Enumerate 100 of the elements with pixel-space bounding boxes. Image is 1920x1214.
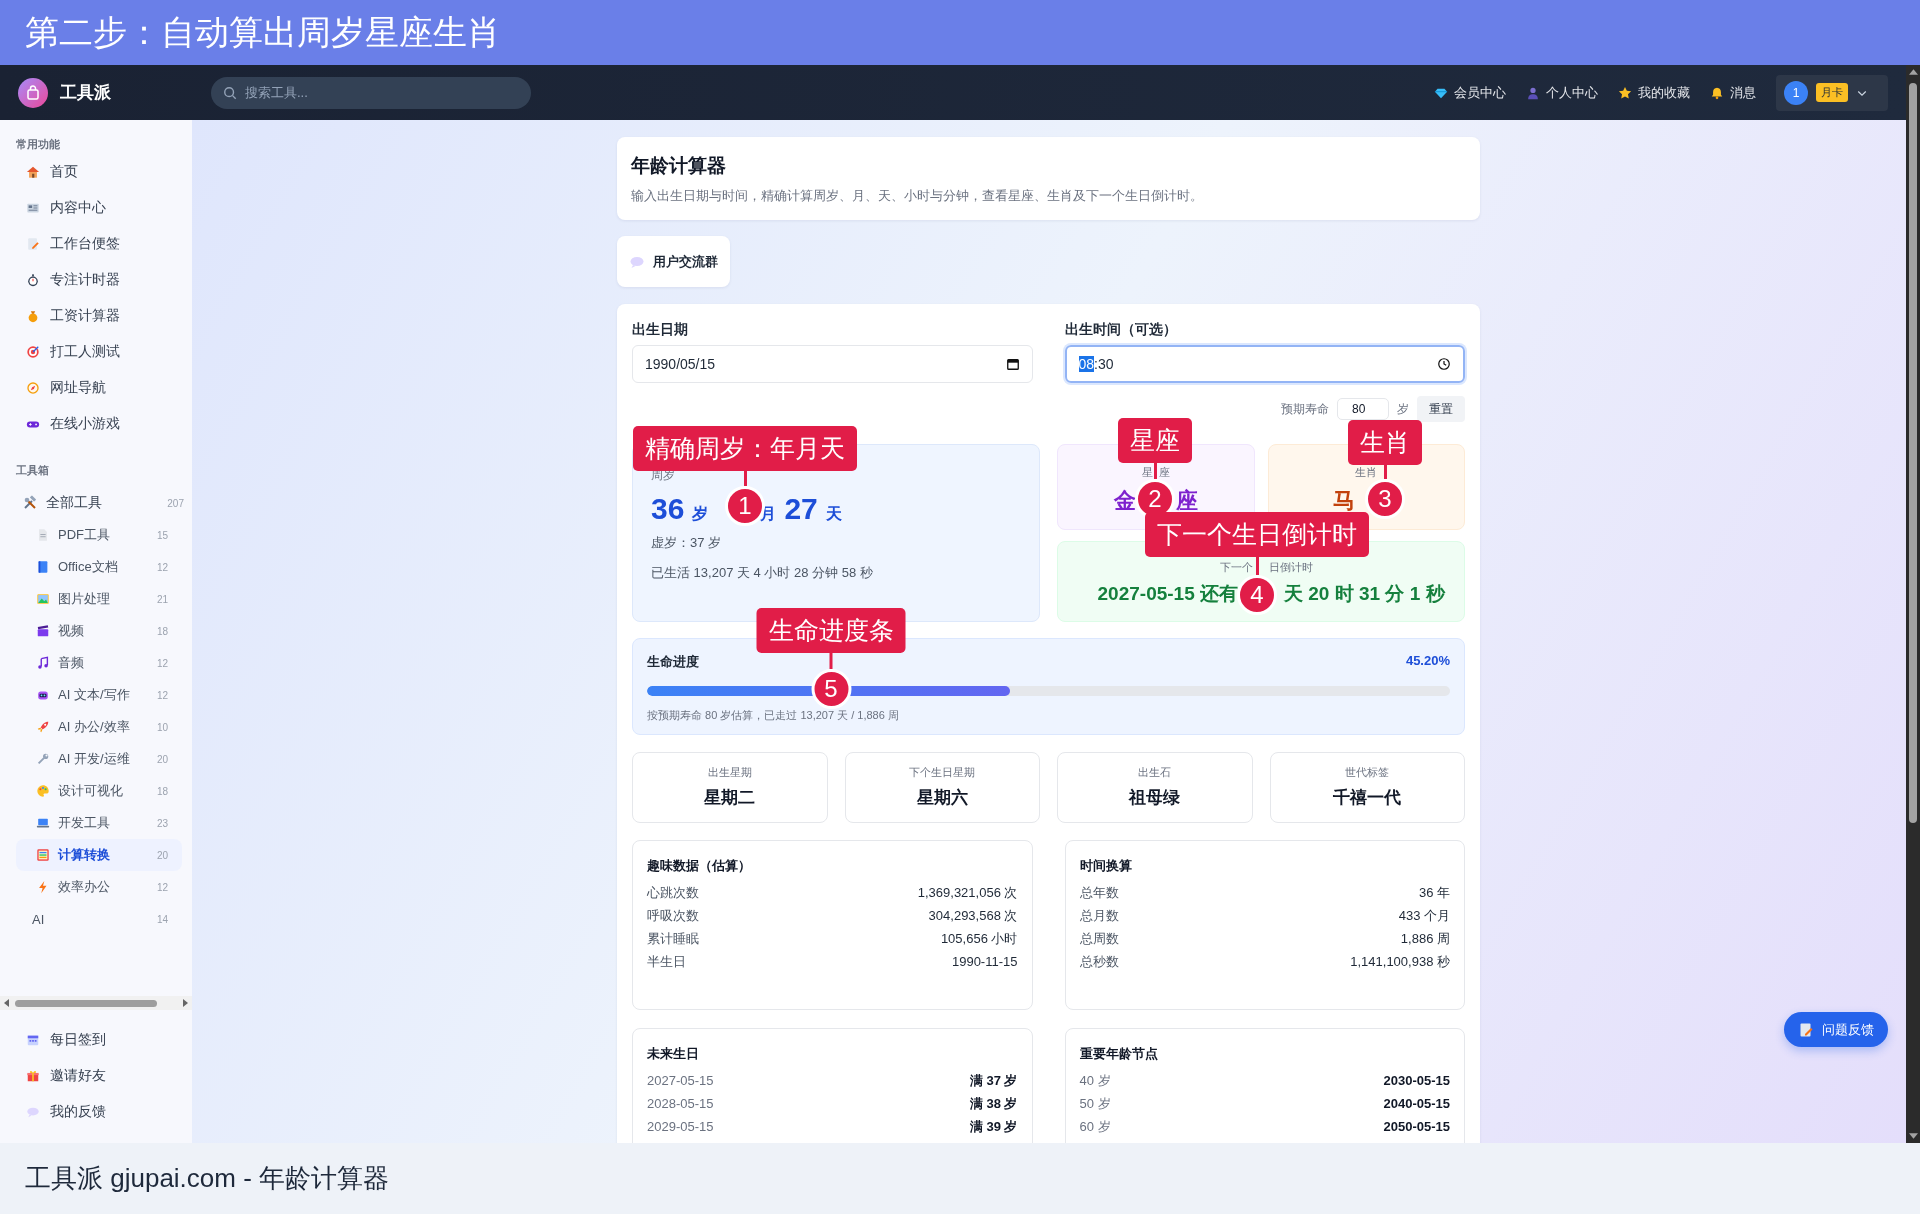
down-arrow-icon[interactable]: [1908, 1133, 1918, 1139]
sidebar-item[interactable]: 效率办公 12: [16, 871, 182, 903]
item-count: 12: [156, 881, 168, 893]
target-icon: [26, 345, 40, 359]
music-note-icon: [36, 656, 50, 670]
chinese-zodiac-value: 马: [1333, 487, 1356, 515]
row-value: 2050-05-15: [1383, 1119, 1450, 1134]
sidebar-item[interactable]: AI 开发/运维 20: [16, 743, 182, 775]
sidebar-item[interactable]: AI 办公/效率 10: [16, 711, 182, 743]
sidebar-item[interactable]: 打工人测试: [0, 334, 192, 370]
age-unit: 天: [825, 504, 842, 524]
scrollbar[interactable]: [0, 996, 192, 1010]
brand-name[interactable]: 工具派: [60, 81, 111, 104]
user-menu[interactable]: 1 月卡: [1776, 74, 1888, 111]
row-label: 心跳次数: [647, 883, 699, 902]
document-icon: [36, 528, 50, 542]
sidebar-item[interactable]: 开发工具 23: [16, 807, 182, 839]
item-count: 12: [156, 689, 168, 701]
sidebar-item[interactable]: 设计可视化 18: [16, 775, 182, 807]
speech-bubble-icon: [26, 1105, 40, 1119]
nav-link[interactable]: 消息: [1710, 83, 1756, 102]
stat-label: 出生星期: [707, 765, 752, 780]
scrollbar[interactable]: [1906, 65, 1920, 1143]
row-label: 总年数: [1079, 883, 1119, 902]
sidebar-item[interactable]: 在线小游戏: [0, 406, 192, 442]
time-field[interactable]: 08:30: [1064, 345, 1465, 383]
row-value: 1,886 周: [1400, 929, 1450, 948]
sidebar-item[interactable]: 工资计算器: [0, 298, 192, 334]
sidebar-item[interactable]: 全部工具 207: [0, 487, 192, 519]
row-value: 304,293,568 次: [928, 906, 1018, 925]
callout-label: 星座: [1118, 418, 1192, 463]
feedback-button[interactable]: 问题反馈: [1784, 1012, 1888, 1047]
page-title: 年龄计算器: [631, 154, 727, 178]
row-value: 36 年: [1418, 883, 1450, 902]
sidebar-item[interactable]: 图片处理 21: [16, 583, 182, 615]
nav-link[interactable]: 我的收藏: [1618, 83, 1690, 102]
logo-icon[interactable]: [18, 77, 48, 108]
nav-link[interactable]: 会员中心: [1434, 83, 1506, 102]
row-label: 2027-05-15: [647, 1073, 714, 1088]
item-count: 21: [156, 593, 168, 605]
sidebar-item[interactable]: Office文档 12: [16, 551, 182, 583]
search-field[interactable]: 搜索工具...: [211, 76, 531, 109]
callout-label: 精确周岁：年月天: [633, 426, 857, 471]
sidebar-item[interactable]: 邀请好友: [0, 1058, 192, 1094]
item-count: 10: [156, 721, 168, 733]
person-icon: [1526, 85, 1540, 100]
sidebar-item[interactable]: 网址导航: [0, 370, 192, 406]
sidebar-item[interactable]: 内容中心: [0, 190, 192, 226]
stat-label: 出生石: [1138, 765, 1172, 780]
card-title: 重要年龄节点: [1079, 1045, 1159, 1063]
sidebar-item[interactable]: AI 14: [16, 903, 182, 935]
section-title: 工具箱: [15, 463, 50, 478]
age-value: 27: [784, 492, 818, 526]
stat-label: 世代标签: [1345, 765, 1390, 780]
row-value: 2030-05-15: [1383, 1073, 1450, 1088]
row-value: 2040-05-15: [1383, 1096, 1450, 1111]
item-count: 207: [167, 497, 184, 509]
sidebar-item[interactable]: AI 文本/写作 12: [16, 679, 182, 711]
row-label: 呼吸次数: [647, 906, 699, 925]
sidebar-item[interactable]: 首页: [0, 154, 192, 190]
banner-title: 第二步：自动算出周岁星座生肖: [25, 11, 501, 53]
stat-label: 下个生日星期: [909, 765, 976, 780]
sidebar-item[interactable]: 我的反馈: [0, 1094, 192, 1130]
row-label: 60 岁: [1079, 1117, 1111, 1136]
reset-button[interactable]: 重置: [1417, 396, 1465, 422]
laptop-icon: [36, 816, 50, 830]
stat-value: 星期二: [704, 787, 756, 809]
row-label: 总秒数: [1079, 952, 1119, 971]
sidebar-item[interactable]: 计算转换 20: [16, 839, 182, 871]
sidebar-item[interactable]: PDF工具 15: [16, 519, 182, 551]
row-value: 105,656 小时: [940, 929, 1018, 948]
row-value: 满 37 岁: [969, 1071, 1018, 1090]
clock-icon: [1437, 357, 1451, 371]
field-label: 预期寿命: [1281, 400, 1329, 418]
item-count: 20: [156, 849, 168, 861]
zodiac-label: 星: [1140, 465, 1153, 480]
sidebar-item[interactable]: 专注计时器: [0, 262, 192, 298]
item-count: 23: [156, 817, 168, 829]
callout-label: 生命进度条: [756, 608, 906, 653]
sidebar-item[interactable]: 音频 12: [16, 647, 182, 679]
row-label: 2028-05-15: [647, 1096, 714, 1111]
sidebar-item[interactable]: 每日签到: [0, 1022, 192, 1058]
abacus-icon: [36, 848, 50, 862]
up-arrow-icon[interactable]: [1908, 69, 1918, 75]
image-icon: [36, 592, 50, 606]
date-field[interactable]: 1990/05/15: [632, 345, 1033, 383]
sidebar-item[interactable]: 工作台便签: [0, 226, 192, 262]
palette-icon: [36, 784, 50, 798]
countdown-label: 日倒计时: [1269, 560, 1314, 575]
countdown-label: 下一个: [1219, 560, 1253, 575]
sidebar-item[interactable]: 视频 18: [16, 615, 182, 647]
row-label: 半生日: [647, 952, 686, 971]
item-count: 14: [156, 913, 168, 925]
book-icon: [36, 560, 50, 574]
row-label: 总月数: [1079, 906, 1119, 925]
nav-link[interactable]: 个人中心: [1526, 83, 1598, 102]
field-label: 出生日期: [632, 320, 689, 339]
item-count: 18: [156, 785, 168, 797]
zodiac-label: 座: [1158, 465, 1171, 480]
community-button[interactable]: 用户交流群: [617, 236, 730, 287]
